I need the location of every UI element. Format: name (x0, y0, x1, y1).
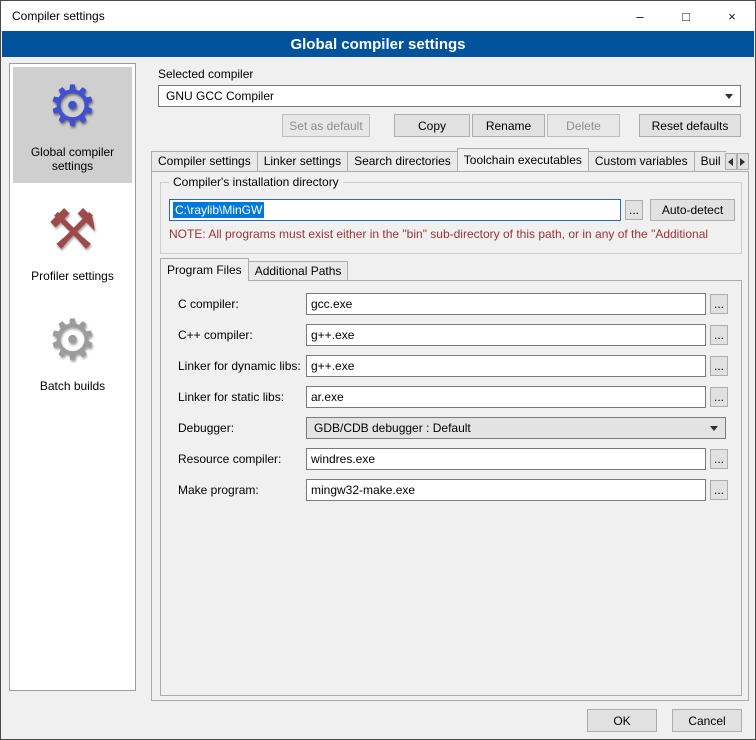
maximize-button[interactable]: □ (663, 1, 709, 31)
make-program-input[interactable] (306, 479, 706, 501)
compiler-tabstrip: Compiler settings Linker settings Search… (151, 148, 749, 171)
toolchain-executables-panel: Compiler's installation directory C:\ray… (151, 171, 749, 701)
cpp-compiler-label: C++ compiler: (178, 324, 253, 346)
tab-program-files[interactable]: Program Files (160, 258, 249, 281)
field-row-c-compiler: C compiler: ... (161, 293, 741, 315)
tab-build-options[interactable]: Buil (694, 151, 726, 171)
linker-static-input[interactable] (306, 386, 706, 408)
debugger-label: Debugger: (178, 417, 234, 439)
field-row-debugger: Debugger: GDB/CDB debugger : Default (161, 417, 741, 439)
cpp-compiler-browse-button[interactable]: ... (710, 325, 728, 345)
sidebar-item-batch-builds[interactable]: ⚙ Batch builds (13, 301, 132, 403)
sidebar-item-label: Batch builds (40, 379, 105, 393)
tab-linker-settings[interactable]: Linker settings (257, 151, 348, 171)
field-row-make-program: Make program: ... (161, 479, 741, 501)
dialog-header-title: Global compiler settings (290, 36, 465, 53)
tab-scroll-right-button[interactable] (737, 153, 749, 170)
install-dir-browse-button[interactable]: ... (625, 200, 643, 220)
c-compiler-label: C compiler: (178, 293, 239, 315)
selected-compiler-label: Selected compiler (158, 67, 253, 81)
program-files-panel: C compiler: ... C++ compiler: ... Linker… (160, 280, 742, 696)
tab-additional-paths[interactable]: Additional Paths (248, 261, 349, 281)
cancel-button[interactable]: Cancel (672, 709, 742, 732)
selected-compiler-value: GNU GCC Compiler (166, 89, 274, 103)
linker-static-label: Linker for static libs: (178, 386, 284, 408)
debugger-dropdown[interactable]: GDB/CDB debugger : Default (306, 417, 726, 439)
gear-icon: ⚙ (47, 309, 97, 373)
field-row-resource-compiler: Resource compiler: ... (161, 448, 741, 470)
c-compiler-input[interactable] (306, 293, 706, 315)
rename-button[interactable]: Rename (472, 114, 545, 137)
resource-compiler-label: Resource compiler: (178, 448, 281, 470)
tab-scroll-left-button[interactable] (725, 153, 737, 170)
window-title: Compiler settings (1, 9, 105, 23)
make-program-label: Make program: (178, 479, 259, 501)
compiler-settings-dialog: Compiler settings – □ × Global compiler … (0, 0, 756, 740)
delete-button[interactable]: Delete (547, 114, 620, 137)
left-arrow-icon (728, 158, 733, 166)
tab-custom-variables[interactable]: Custom variables (588, 151, 695, 171)
make-program-browse-button[interactable]: ... (710, 480, 728, 500)
ok-button[interactable]: OK (587, 709, 657, 732)
field-row-linker-static: Linker for static libs: ... (161, 386, 741, 408)
install-dir-selected-text: C:\raylib\MinGW (173, 202, 264, 218)
titlebar[interactable]: Compiler settings – □ × (1, 1, 755, 31)
tab-compiler-settings[interactable]: Compiler settings (151, 151, 258, 171)
field-row-linker-dynamic: Linker for dynamic libs: ... (161, 355, 741, 377)
linker-dynamic-browse-button[interactable]: ... (710, 356, 728, 376)
tab-search-directories[interactable]: Search directories (347, 151, 458, 171)
window-controls: – □ × (617, 1, 755, 31)
chevron-down-icon (710, 426, 718, 431)
installation-directory-group-title: Compiler's installation directory (169, 175, 343, 189)
field-row-cpp-compiler: C++ compiler: ... (161, 324, 741, 346)
profiler-icon: ⚒ (47, 199, 97, 263)
close-icon: × (728, 9, 736, 24)
selected-compiler-dropdown[interactable]: GNU GCC Compiler (158, 85, 741, 107)
reset-defaults-button[interactable]: Reset defaults (639, 114, 741, 137)
sidebar-item-global-compiler-settings[interactable]: ⚙ Global compiler settings (13, 67, 132, 183)
sidebar-item-label: Global compiler settings (15, 145, 130, 173)
minimize-button[interactable]: – (617, 1, 663, 31)
linker-dynamic-input[interactable] (306, 355, 706, 377)
maximize-icon: □ (682, 9, 690, 24)
linker-dynamic-label: Linker for dynamic libs: (178, 355, 301, 377)
gear-icon: ⚙ (47, 75, 97, 139)
program-files-tabstrip: Program Files Additional Paths (160, 260, 347, 281)
tab-toolchain-executables[interactable]: Toolchain executables (457, 148, 589, 171)
copy-button[interactable]: Copy (394, 114, 470, 137)
resource-compiler-browse-button[interactable]: ... (710, 449, 728, 469)
install-dir-note: NOTE: All programs must exist either in … (169, 227, 737, 241)
close-button[interactable]: × (709, 1, 755, 31)
set-as-default-button[interactable]: Set as default (282, 114, 370, 137)
debugger-value: GDB/CDB debugger : Default (314, 421, 471, 435)
minimize-icon: – (636, 9, 643, 24)
chevron-down-icon (725, 94, 733, 99)
sidebar-item-label: Profiler settings (31, 269, 114, 283)
cpp-compiler-input[interactable] (306, 324, 706, 346)
settings-sidebar: ⚙ Global compiler settings ⚒ Profiler se… (9, 63, 136, 691)
dialog-header: Global compiler settings (2, 31, 754, 57)
auto-detect-button[interactable]: Auto-detect (650, 199, 735, 221)
right-arrow-icon (740, 158, 745, 166)
linker-static-browse-button[interactable]: ... (710, 387, 728, 407)
c-compiler-browse-button[interactable]: ... (710, 294, 728, 314)
sidebar-item-profiler-settings[interactable]: ⚒ Profiler settings (13, 191, 132, 293)
installation-directory-group: Compiler's installation directory C:\ray… (160, 182, 742, 254)
install-dir-input[interactable]: C:\raylib\MinGW (169, 199, 621, 221)
resource-compiler-input[interactable] (306, 448, 706, 470)
